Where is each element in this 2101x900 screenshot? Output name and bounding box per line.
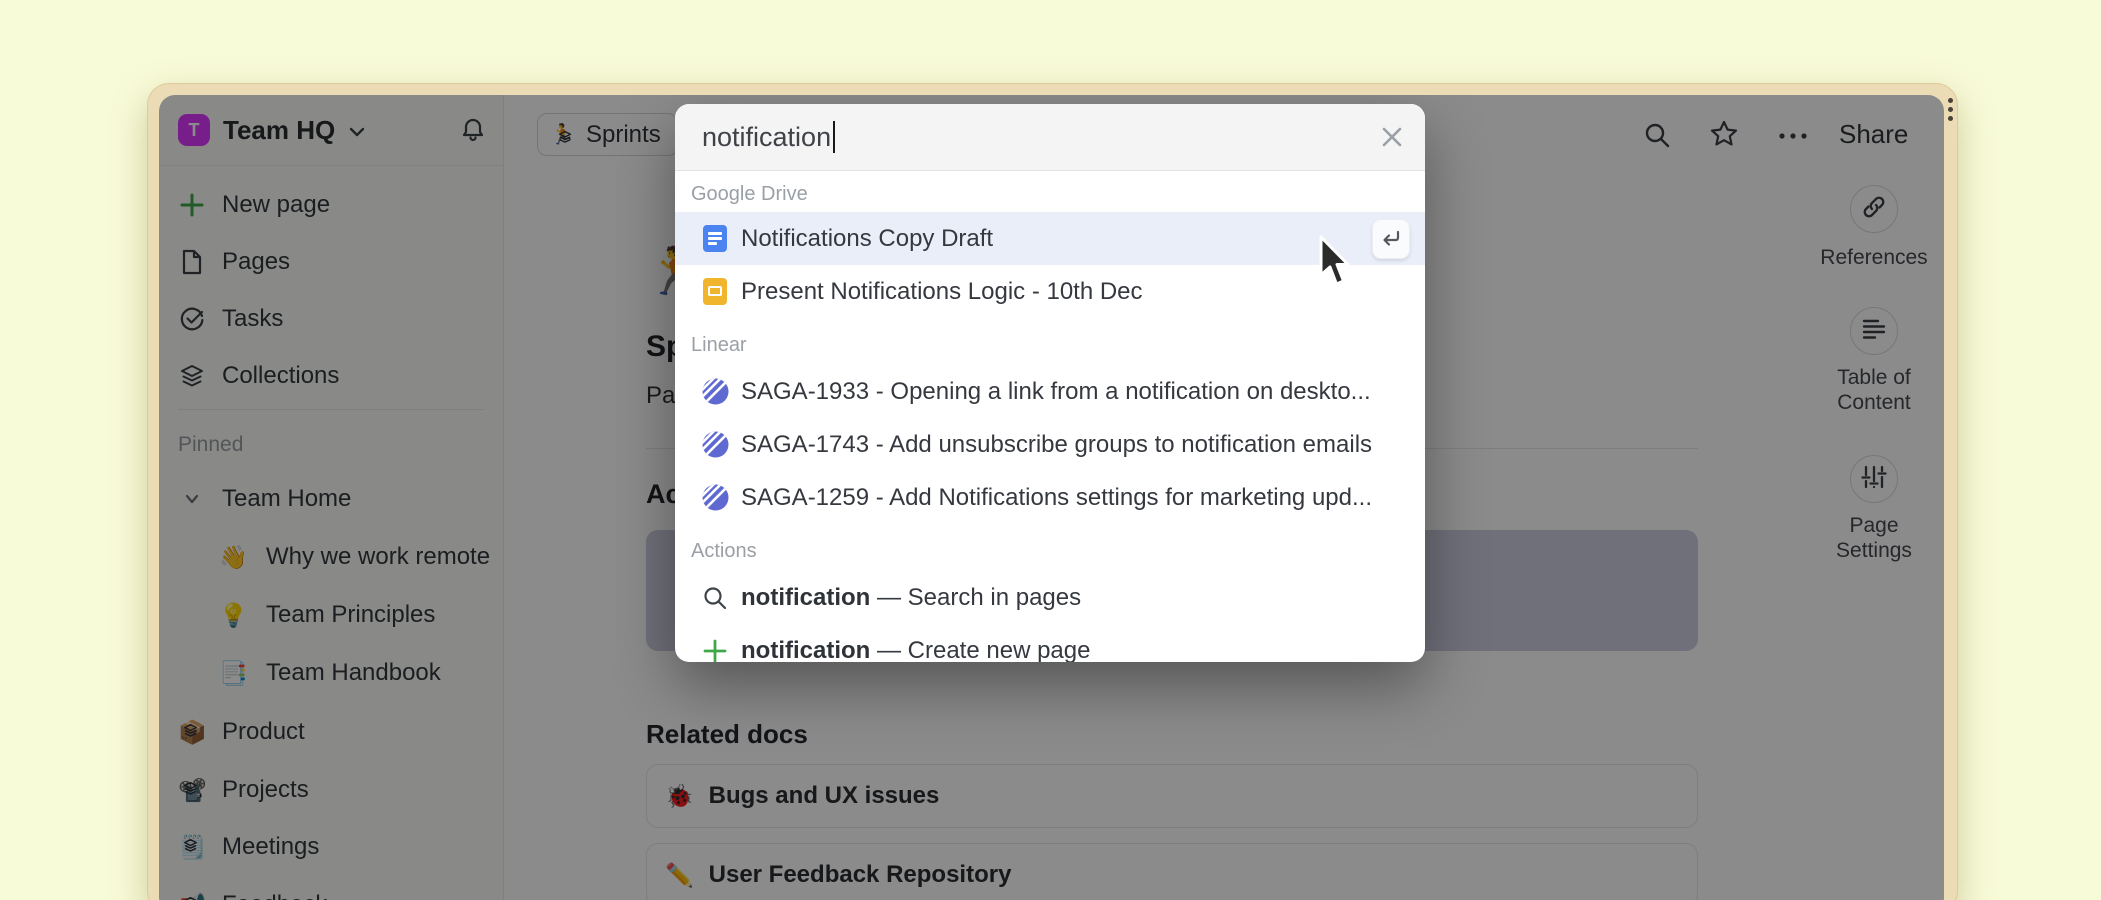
app-surface: T Team HQ New page Pages xyxy=(159,95,1944,900)
result-row-notifications-copy-draft[interactable]: Notifications Copy Draft xyxy=(675,212,1425,265)
enter-key-badge[interactable] xyxy=(1372,219,1410,259)
linear-icon xyxy=(701,431,729,458)
section-label-google-drive: Google Drive xyxy=(675,171,1425,212)
search-input[interactable]: notification xyxy=(675,104,1425,171)
search-icon xyxy=(701,585,729,611)
window-grip-dots xyxy=(1948,98,1954,125)
google-slides-icon xyxy=(701,278,729,305)
result-row-saga-1933[interactable]: SAGA-1933 - Opening a link from a notifi… xyxy=(675,365,1425,418)
close-icon[interactable] xyxy=(1379,124,1405,150)
mouse-cursor xyxy=(1317,235,1367,296)
return-arrow-icon xyxy=(1380,229,1402,249)
action-row-search-in-pages[interactable]: notification — Search in pages xyxy=(675,571,1425,624)
text-caret xyxy=(833,121,835,153)
search-query-text: notification xyxy=(702,122,831,153)
section-label-actions: Actions xyxy=(675,524,1425,571)
google-docs-icon xyxy=(701,225,729,252)
action-row-create-new-page[interactable]: notification — Create new page xyxy=(675,624,1425,662)
result-row-saga-1743[interactable]: SAGA-1743 - Add unsubscribe groups to no… xyxy=(675,418,1425,471)
linear-icon xyxy=(701,378,729,405)
plus-icon xyxy=(701,638,729,663)
search-modal: notification Google Drive Notifications … xyxy=(675,104,1425,662)
result-row-saga-1259[interactable]: SAGA-1259 - Add Notifications settings f… xyxy=(675,471,1425,524)
linear-icon xyxy=(701,484,729,511)
section-label-linear: Linear xyxy=(675,318,1425,365)
app-window: T Team HQ New page Pages xyxy=(147,83,1958,900)
result-row-present-notifications-logic[interactable]: Present Notifications Logic - 10th Dec xyxy=(675,265,1425,318)
